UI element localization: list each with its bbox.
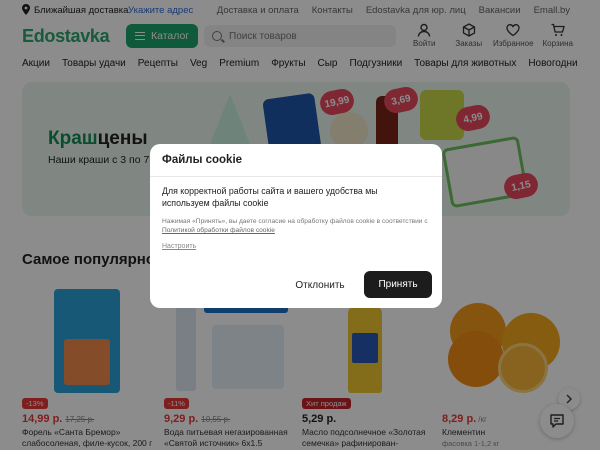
dialog-divider: [150, 176, 442, 177]
cookie-consent-dialog: Файлы cookie Для корректной работы сайта…: [150, 144, 442, 308]
cookie-settings-link[interactable]: Настроить: [162, 243, 196, 250]
cookie-policy-link[interactable]: Политикой обработки файлов cookie: [162, 227, 275, 234]
cookie-dialog-title: Файлы cookie: [162, 154, 243, 166]
cookie-dialog-text: Для корректной работы сайта и вашего удо…: [162, 186, 378, 208]
reject-cookies-button[interactable]: Отклонить: [286, 272, 354, 298]
consent-note-text: Нажимая «Принять», вы даете согласие на …: [162, 218, 428, 225]
accept-cookies-button[interactable]: Принять: [364, 271, 432, 298]
cookie-consent-note: Нажимая «Принять», вы даете согласие на …: [162, 217, 432, 235]
